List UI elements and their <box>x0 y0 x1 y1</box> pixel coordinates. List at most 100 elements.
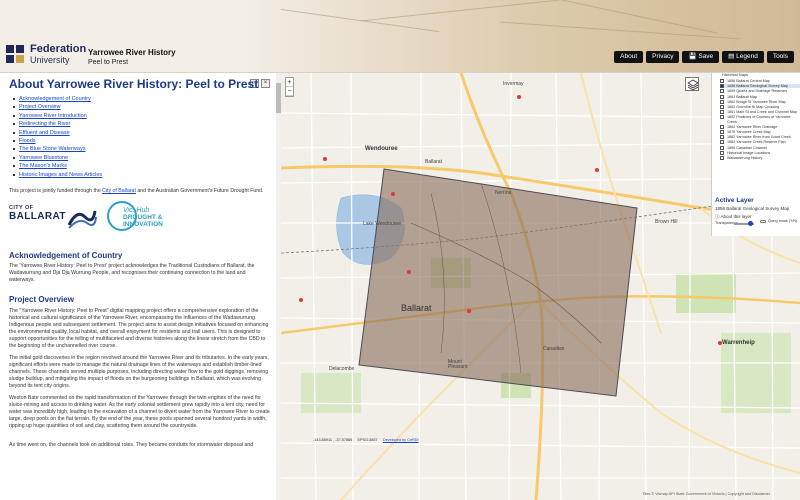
query-mode-toggle[interactable]: Query mode (Y/N) <box>760 219 800 223</box>
about-panel: ▭ × About Yarrowee River History: Peel t… <box>0 73 276 500</box>
layer-checkbox[interactable] <box>720 84 724 89</box>
layer-label: 1882 Yarrowee River from Grant Creek <box>727 135 791 140</box>
header-toolbar: About Privacy 💾 Save ▤ Legend Tools <box>614 51 794 63</box>
layer-checkbox[interactable] <box>720 145 724 150</box>
save-button[interactable]: 💾 Save <box>682 51 720 63</box>
legend-button[interactable]: ▤ Legend <box>722 51 764 63</box>
layer-item[interactable]: 1862 Yarrowee River Drainage <box>720 124 800 129</box>
layer-label: 1862 Grenville St Map Crossing <box>727 105 780 110</box>
toc-link[interactable]: Yarrowee River Introduction <box>13 112 102 120</box>
drought-logo-line-1: Vic. Hub <box>123 207 150 214</box>
zoom-out-button[interactable]: − <box>286 87 293 96</box>
layer-item[interactable]: 1861 Main St and Creek and Channel Map <box>720 110 800 115</box>
layer-item[interactable]: 1890 Canadian Channel <box>720 145 800 150</box>
layer-item[interactable]: 1870 Yarrowee Creek Map <box>720 130 800 135</box>
city-of-ballarat-logo: CITY OF BALLARAT <box>9 205 66 222</box>
funding-text-post: and the Australian Government's Future D… <box>137 188 264 194</box>
city-logo-wave-icon <box>67 210 97 229</box>
developer-credit-link[interactable]: Developed by CeRDI <box>383 438 419 442</box>
toc-link[interactable]: The Blue Stone Waterways <box>13 145 102 153</box>
layer-item[interactable]: 1882 Yarrowee River from Grant Creek <box>720 135 800 140</box>
overview-paragraph-3: Weston Bate commented on the rapid trans… <box>9 395 270 430</box>
toc-link[interactable]: Effluent and Disease <box>13 129 102 137</box>
layer-checkbox[interactable] <box>720 89 724 94</box>
layer-label: 1856 Ballarat Central Map <box>727 79 770 83</box>
layers-icon[interactable] <box>685 77 699 91</box>
tools-button[interactable]: Tools <box>766 51 794 63</box>
header: Federation University Yarrowee River His… <box>0 0 800 73</box>
drought-logo-line-2: DROUGHT & <box>123 214 163 221</box>
layer-label: 1858 Ballarat Geological Survey Map <box>727 84 788 89</box>
layer-checkbox[interactable] <box>720 99 724 104</box>
layer-item[interactable]: 1858 Ballarat Geological Survey Map <box>720 84 800 89</box>
layer-checkbox[interactable] <box>720 79 724 83</box>
projection-label: EPSG:3857 <box>357 438 378 442</box>
layer-item[interactable]: 1861 Ballarat Map <box>720 94 800 99</box>
city-of-ballarat-link[interactable]: City of Ballarat <box>102 188 136 194</box>
layer-item[interactable]: Historical Image Locations <box>720 150 800 155</box>
zoom-in-button[interactable]: + <box>286 78 293 87</box>
toc-link[interactable]: Floods <box>13 137 102 145</box>
layer-checkbox[interactable] <box>720 124 724 129</box>
drought-logo-line-3: INNOVATION <box>123 221 163 228</box>
map-label-mount-pleasant: Mount Pleasant <box>448 359 468 370</box>
layer-checkbox[interactable] <box>720 115 724 120</box>
layer-item[interactable]: 1862 Grenville St Map Crossing <box>720 105 800 110</box>
map-label-brown-hill: Brown Hill <box>655 219 678 225</box>
layer-item[interactable]: 1862 Positions of Courses of Yarrowee Cr… <box>720 115 800 124</box>
layer-checkbox[interactable] <box>720 105 724 110</box>
layer-checkbox[interactable] <box>720 140 724 145</box>
panel-close-icon[interactable]: × <box>261 79 270 88</box>
partner-logos: CITY OF BALLARAT Vic. Hub DROUGHT & INNO… <box>9 201 269 237</box>
map-attribution[interactable]: Tiles © Vicmap API State Government of V… <box>642 492 770 496</box>
legend-heading: Historical Maps <box>722 73 748 77</box>
layer-checkbox[interactable] <box>720 94 724 99</box>
layer-label: 1861 Main St and Creek and Channel Map <box>727 110 797 115</box>
layer-label: 1882 Yarrowee Creek Reserve Plan <box>727 140 786 145</box>
toc-link[interactable]: Acknowledgement of Country <box>13 95 102 103</box>
layer-label: 1890 Canadian Channel <box>727 145 767 150</box>
overview-paragraph-2: The initial gold discoveries in the regi… <box>9 355 269 390</box>
map-label-canadian: Canadian <box>543 346 565 352</box>
cursor-coordinates: -143.85911 , -37.57885 <box>313 438 353 442</box>
funding-statement: This project is jointly funded through t… <box>9 188 263 194</box>
layer-checkbox[interactable] <box>720 135 724 140</box>
layer-checkbox[interactable] <box>720 110 724 115</box>
toc-link[interactable]: Historic Images and News Articles <box>13 171 102 179</box>
overview-heading: Project Overview <box>9 295 74 304</box>
layer-item[interactable]: 1882 Yarrowee Creek Reserve Plan <box>720 140 800 145</box>
privacy-button[interactable]: Privacy <box>646 51 680 63</box>
layer-item[interactable]: 1859 Quartz and Drainage Reserves <box>720 89 800 94</box>
table-of-contents: Acknowledgement of Country Project Overv… <box>13 95 102 179</box>
query-mode-label: Query mode (Y/N) <box>768 219 798 223</box>
map-status-bar: -143.85911 , -37.57885 EPSG:3857 Develop… <box>313 438 419 442</box>
toc-link[interactable]: Redirecting the River <box>13 120 102 128</box>
layer-checkbox[interactable] <box>720 156 724 161</box>
toc-link[interactable]: The Mason's Marks <box>13 162 102 170</box>
overview-paragraph-1: The "Yarrowee River History: Peel to Pre… <box>9 308 269 350</box>
layer-item[interactable]: 1856 Ballarat Central Map <box>720 79 800 83</box>
layer-label: Historical Image Locations <box>727 150 771 155</box>
toc-link[interactable]: Yarrowee Bluestone <box>13 154 102 162</box>
map-label-ballarat-north: Ballarat <box>425 159 442 165</box>
funding-text-pre: This project is jointly funded through t… <box>9 188 101 194</box>
map-label-warrenheip: Warrenheip <box>722 340 755 346</box>
about-button[interactable]: About <box>614 51 644 63</box>
toc-link[interactable]: Project Overview <box>13 103 102 111</box>
layer-label: 1861 Ballarat Map <box>727 94 757 99</box>
transparency-slider-handle[interactable] <box>747 221 753 226</box>
map-label-wendouree: Wendouree <box>365 146 398 152</box>
layer-label: 1859 Quartz and Drainage Reserves <box>727 89 788 94</box>
acknowledgement-text: The 'Yarrowee River History: Peel to Pre… <box>9 263 255 284</box>
layer-list: 1856 Ballarat Central Map 1858 Ballarat G… <box>720 79 800 196</box>
layer-label: 1870 Yarrowee Creek Map <box>727 130 771 135</box>
zoom-control: + − <box>285 77 294 97</box>
overview-paragraph-4: As time went on, the channels took on ad… <box>9 442 254 448</box>
layer-checkbox[interactable] <box>720 150 724 155</box>
federation-university-logo[interactable]: Federation University <box>6 44 86 65</box>
toggle-switch-icon[interactable] <box>760 219 766 223</box>
about-layer-link[interactable]: ⓘ About this layer <box>715 214 752 220</box>
layer-item[interactable]: Wadawurrung History <box>720 156 800 161</box>
layer-checkbox[interactable] <box>720 130 724 135</box>
layer-item[interactable]: 1862 Bridge St Yarrowee River Map <box>720 99 800 104</box>
